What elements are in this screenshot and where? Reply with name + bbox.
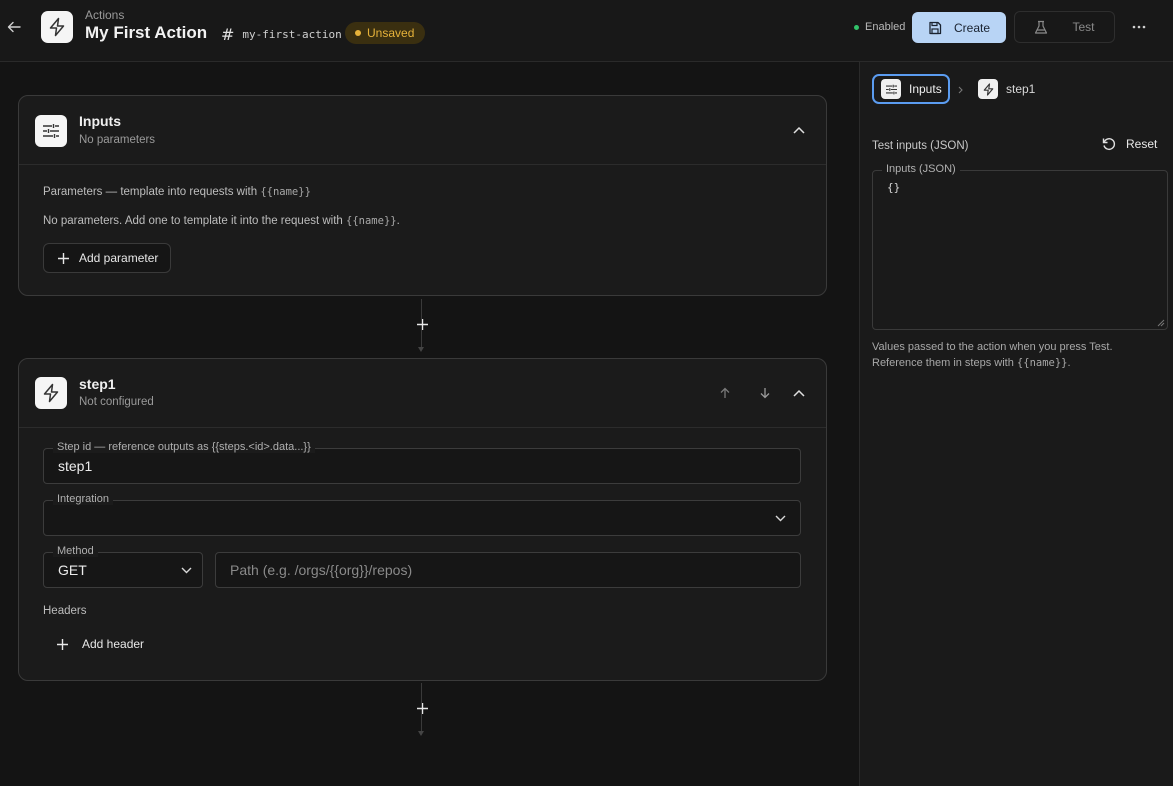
more-icon bbox=[1132, 25, 1146, 29]
parameters-token: {{name}} bbox=[260, 186, 311, 198]
inputs-card-title: Inputs bbox=[79, 113, 121, 129]
test-panel: Inputs step1 Test inputs (JSON) Reset In… bbox=[859, 62, 1173, 786]
add-header-button[interactable]: Add header bbox=[57, 631, 144, 657]
inputs-json-value: {} bbox=[887, 181, 901, 194]
chevron-right-icon bbox=[958, 86, 963, 94]
chevron-down-icon bbox=[181, 567, 192, 574]
plus-icon bbox=[416, 318, 428, 330]
editor-canvas: Inputs No parameters Parameters — templa… bbox=[0, 62, 859, 786]
page-title: My First Action bbox=[85, 23, 208, 42]
flask-icon bbox=[1035, 20, 1048, 34]
help-line-1: Values passed to the action when you pre… bbox=[872, 341, 1113, 353]
add-step-button[interactable] bbox=[412, 314, 432, 334]
action-slug: # my-first-action bbox=[221, 25, 342, 44]
back-button[interactable] bbox=[4, 17, 24, 37]
connector-arrow bbox=[418, 731, 424, 736]
breadcrumb[interactable]: Actions bbox=[85, 8, 124, 22]
status-badge: Unsaved bbox=[345, 22, 426, 44]
move-step-up-button[interactable] bbox=[715, 383, 735, 403]
save-icon bbox=[929, 21, 942, 34]
no-parameters-token: {{name}} bbox=[346, 215, 397, 227]
top-bar: Actions My First Action # my-first-actio… bbox=[0, 0, 1173, 62]
path-placeholder: Path (e.g. /orgs/{{org}}/repos) bbox=[230, 562, 413, 578]
enabled-label: Enabled bbox=[865, 21, 906, 33]
add-parameter-button[interactable]: Add parameter bbox=[43, 243, 172, 273]
tab-step1-label: step1 bbox=[1006, 82, 1036, 96]
inputs-card-icon bbox=[35, 115, 67, 147]
more-button[interactable] bbox=[1128, 17, 1150, 37]
step-id-value: step1 bbox=[58, 458, 93, 474]
method-value: GET bbox=[58, 562, 87, 578]
parameters-label-text: Parameters — template into requests with bbox=[43, 186, 258, 198]
no-parameters-text-main: No parameters. Add one to template it in… bbox=[43, 215, 343, 227]
inputs-json-textarea[interactable]: Inputs (JSON) {} bbox=[872, 163, 1168, 330]
tab-inputs-label: Inputs bbox=[909, 82, 942, 96]
no-parameters-text: No parameters. Add one to template it in… bbox=[43, 215, 400, 227]
inputs-json-legend: Inputs (JSON) bbox=[882, 163, 960, 175]
arrow-up-icon bbox=[720, 387, 730, 398]
lightning-icon bbox=[43, 383, 59, 403]
step-card-subtitle: Not configured bbox=[79, 396, 154, 408]
lightning-icon bbox=[978, 79, 998, 99]
inputs-card: Inputs No parameters Parameters — templa… bbox=[18, 95, 827, 296]
resize-handle-icon[interactable] bbox=[1157, 319, 1165, 327]
status-dot bbox=[355, 30, 361, 36]
inputs-card-header[interactable]: Inputs No parameters bbox=[19, 96, 826, 165]
path-input[interactable]: Path (e.g. /orgs/{{org}}/repos) bbox=[215, 552, 801, 588]
step-card: step1 Not configured Step id — reference… bbox=[18, 358, 827, 681]
parameters-label: Parameters — template into requests with… bbox=[43, 186, 311, 198]
test-inputs-label: Test inputs (JSON) bbox=[872, 140, 969, 152]
no-parameters-suffix: . bbox=[396, 215, 400, 227]
method-legend: Method bbox=[53, 545, 98, 557]
json-help-text: Values passed to the action when you pre… bbox=[872, 339, 1113, 371]
enabled-dot bbox=[854, 24, 859, 30]
plus-icon bbox=[57, 638, 68, 650]
help-suffix: . bbox=[1067, 357, 1071, 369]
step-card-header[interactable]: step1 Not configured bbox=[19, 359, 826, 428]
plus-icon bbox=[416, 702, 428, 714]
arrow-down-icon bbox=[760, 388, 770, 399]
connector-arrow bbox=[418, 347, 424, 352]
help-line-2: Reference them in steps with {{name}}. bbox=[872, 355, 1113, 371]
step-id-legend: Step id — reference outputs as {{steps.<… bbox=[53, 441, 315, 453]
hash-icon: # bbox=[221, 25, 235, 44]
reset-icon bbox=[1102, 138, 1116, 151]
help-line-2-text: Reference them in steps with bbox=[872, 357, 1014, 369]
slug-text: my-first-action bbox=[242, 28, 342, 41]
test-button-label: Test bbox=[1072, 20, 1095, 34]
headers-label: Headers bbox=[43, 605, 87, 617]
sliders-icon bbox=[881, 79, 901, 99]
status-badge-label: Unsaved bbox=[367, 26, 415, 40]
inputs-card-subtitle: No parameters bbox=[79, 134, 156, 146]
help-token: {{name}} bbox=[1016, 357, 1068, 369]
create-button-label: Create bbox=[953, 20, 991, 35]
sliders-icon bbox=[43, 124, 59, 138]
method-select[interactable]: Method GET bbox=[43, 545, 203, 588]
add-header-label: Add header bbox=[82, 637, 145, 651]
integration-legend: Integration bbox=[53, 493, 113, 505]
chevron-down-icon bbox=[775, 515, 786, 522]
collapse-inputs-button[interactable] bbox=[789, 120, 809, 140]
move-step-down-button[interactable] bbox=[755, 383, 775, 403]
action-icon bbox=[41, 11, 73, 43]
arrow-left-icon bbox=[7, 21, 21, 33]
lightning-icon bbox=[49, 17, 65, 37]
enabled-indicator[interactable]: Enabled bbox=[854, 21, 905, 33]
reset-button[interactable]: Reset bbox=[1102, 137, 1157, 151]
add-step-button[interactable] bbox=[412, 698, 432, 718]
reset-label: Reset bbox=[1126, 137, 1158, 151]
step-id-field[interactable]: Step id — reference outputs as {{steps.<… bbox=[43, 441, 801, 484]
chevron-up-icon bbox=[793, 126, 805, 134]
test-button[interactable]: Test bbox=[1014, 11, 1115, 43]
add-parameter-label: Add parameter bbox=[79, 251, 159, 265]
tab-inputs[interactable]: Inputs bbox=[872, 74, 950, 104]
step-card-title: step1 bbox=[79, 376, 116, 392]
integration-select[interactable]: Integration bbox=[43, 493, 801, 536]
chevron-up-icon bbox=[793, 389, 805, 397]
collapse-step-button[interactable] bbox=[789, 383, 809, 403]
tab-step1[interactable]: step1 bbox=[978, 74, 1035, 104]
step-card-icon bbox=[35, 377, 67, 409]
create-button[interactable]: Create bbox=[912, 12, 1006, 43]
plus-icon bbox=[58, 252, 69, 264]
